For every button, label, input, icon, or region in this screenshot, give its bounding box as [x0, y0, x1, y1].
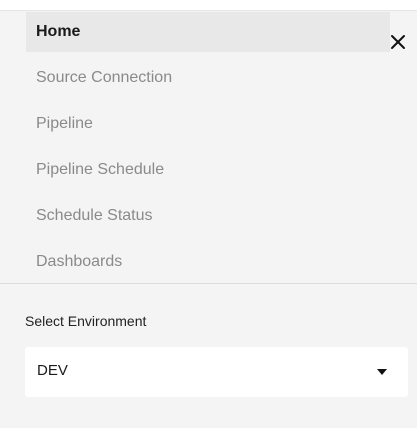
- close-icon: [391, 35, 405, 49]
- sidebar-item-home[interactable]: Home: [26, 12, 390, 52]
- sidebar-item-dashboards[interactable]: Dashboards: [26, 242, 390, 288]
- sidebar-panel: Home Source Connection Pipeline Pipeline…: [0, 0, 417, 428]
- divider: [0, 283, 417, 284]
- environment-select[interactable]: DEV: [25, 347, 408, 397]
- sidebar-item-pipeline-schedule[interactable]: Pipeline Schedule: [26, 150, 390, 196]
- environment-label: Select Environment: [25, 313, 147, 329]
- close-button[interactable]: [387, 31, 409, 53]
- sidebar-item-pipeline[interactable]: Pipeline: [26, 104, 390, 150]
- sidebar-item-source-connection[interactable]: Source Connection: [26, 58, 390, 104]
- top-strip: [0, 0, 417, 11]
- environment-selected-value: DEV: [37, 362, 68, 379]
- sidebar-item-schedule-status[interactable]: Schedule Status: [26, 196, 390, 242]
- caret-down-icon: [377, 369, 387, 375]
- sidebar-nav: Home Source Connection Pipeline Pipeline…: [26, 12, 390, 288]
